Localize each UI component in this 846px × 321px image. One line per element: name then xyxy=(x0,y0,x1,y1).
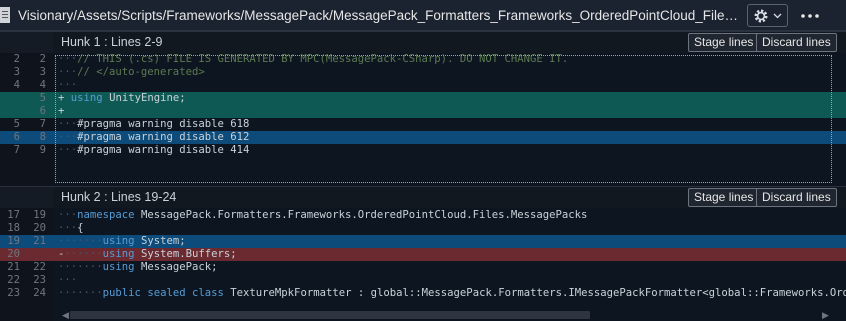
old-line-number: 2 xyxy=(13,53,20,65)
new-line-number: 7 xyxy=(39,118,46,130)
hunk-2-gutter-header xyxy=(0,186,53,208)
hunk-2-title: Hunk 2 : Lines 19-24 xyxy=(61,190,177,204)
old-line-number: 20 xyxy=(7,248,20,260)
new-line-number: 2 xyxy=(39,53,46,65)
diff-line[interactable]: 19 21 ·······using System; xyxy=(0,235,846,248)
old-line-number: 19 xyxy=(7,235,20,247)
more-options-button[interactable] xyxy=(796,4,824,27)
diff-line[interactable]: 22 23 ··· xyxy=(0,274,846,287)
old-line-number: 3 xyxy=(13,66,20,78)
hunk-1-discard-lines-button[interactable]: Discard lines xyxy=(756,33,837,52)
chevron-down-icon xyxy=(773,13,782,18)
horizontal-scrollbar-thumb[interactable] xyxy=(70,311,590,319)
scroll-left-arrow-icon[interactable]: ◀ xyxy=(62,310,70,320)
old-line-number: 6 xyxy=(13,131,20,143)
hunk-1-gutter-header xyxy=(0,31,53,53)
hunk-1-title: Hunk 1 : Lines 2-9 xyxy=(61,35,163,49)
diff-line[interactable]: 23 24 ·······public sealed class TextureMp… xyxy=(0,287,846,300)
new-line-number: 21 xyxy=(33,235,46,247)
new-line-number: 23 xyxy=(33,274,46,286)
line-text: -······using System.Buffers; xyxy=(58,248,237,260)
hunk-2-header: Hunk 2 : Lines 19-24 Stage lines Discard… xyxy=(53,186,846,208)
hunk-1-header: Hunk 1 : Lines 2-9 Stage lines Discard l… xyxy=(53,31,846,53)
ellipsis-icon xyxy=(801,13,819,18)
diff-line[interactable]: 20 -······using System.Buffers; xyxy=(0,248,846,261)
file-path: Visionary/Assets/Scripts/Frameworks/Mess… xyxy=(18,8,744,23)
new-line-number: 24 xyxy=(33,287,46,299)
title-bar: Visionary/Assets/Scripts/Frameworks/Mess… xyxy=(0,0,846,31)
old-line-number: 5 xyxy=(13,118,20,130)
hunk-2-stage-lines-button[interactable]: Stage lines xyxy=(688,188,760,207)
hunk-1-selection-border xyxy=(55,55,832,183)
new-line-number: 5 xyxy=(39,92,46,104)
old-line-number: 23 xyxy=(7,287,20,299)
new-line-number: 22 xyxy=(33,261,46,273)
diff-line[interactable]: 21 22 ·······using MessagePack; xyxy=(0,261,846,274)
line-text: ·······using MessagePack; xyxy=(58,261,218,273)
line-text: ···namespace MessagePack.Formatters.Fram… xyxy=(58,209,588,221)
settings-dropdown-button[interactable] xyxy=(747,4,788,27)
new-line-number: 4 xyxy=(39,79,46,91)
old-line-number: 17 xyxy=(7,209,20,221)
old-line-number: 22 xyxy=(7,274,20,286)
scroll-right-arrow-icon[interactable]: ▶ xyxy=(822,310,830,320)
new-line-number: 3 xyxy=(39,66,46,78)
old-line-number: 21 xyxy=(7,261,20,273)
new-line-number: 9 xyxy=(39,144,46,156)
line-text: ···{ xyxy=(58,222,84,234)
file-icon xyxy=(0,7,10,23)
hunk-2-discard-lines-button[interactable]: Discard lines xyxy=(756,188,837,207)
line-text: ··· xyxy=(58,274,78,286)
gear-icon xyxy=(754,9,768,22)
new-line-number: 6 xyxy=(39,105,46,117)
diff-line[interactable]: 18 20 ···{ xyxy=(0,222,846,235)
new-line-number: 19 xyxy=(33,209,46,221)
new-line-number: 20 xyxy=(33,222,46,234)
hunk-1-stage-lines-button[interactable]: Stage lines xyxy=(688,33,760,52)
old-line-number: 18 xyxy=(7,222,20,234)
line-text: ·······using System; xyxy=(58,235,186,247)
old-line-number: 4 xyxy=(13,79,20,91)
new-line-number: 8 xyxy=(39,131,46,143)
diff-line[interactable]: 17 19 ···namespace MessagePack.Formatters.… xyxy=(0,209,846,222)
line-text: ·······public sealed class TextureMpkFor… xyxy=(58,287,846,299)
old-line-number: 7 xyxy=(13,144,20,156)
